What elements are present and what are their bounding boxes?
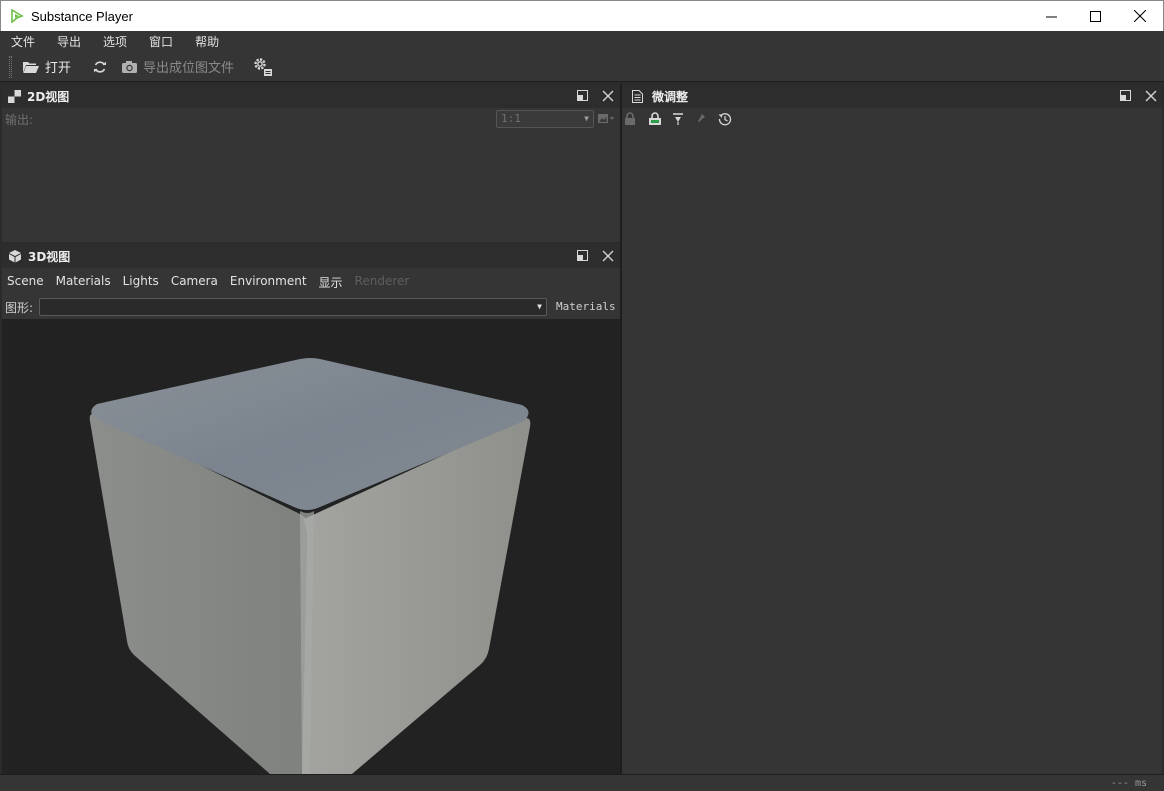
float-panel-icon[interactable] <box>577 90 588 101</box>
panel-tweaks: 微调整 <box>622 84 1162 774</box>
menu-export[interactable]: 导出 <box>51 33 87 50</box>
rounded-cube-render <box>89 358 531 774</box>
panel-2d-title: 2D视图 <box>27 89 70 104</box>
close-panel-icon[interactable] <box>602 90 614 102</box>
close-icon <box>1134 10 1146 22</box>
panel-tweaks-header: 微调整 <box>622 84 1162 108</box>
preset-lock-icon[interactable] <box>648 112 662 126</box>
maximize-button[interactable] <box>1072 1 1118 31</box>
export-bitmap-button[interactable]: 导出成位图文件 <box>121 57 234 76</box>
image-channel-icon[interactable] <box>598 113 616 125</box>
minimize-button[interactable] <box>1028 1 1074 31</box>
panel-2d-header: 2D视图 <box>2 84 620 108</box>
lock-icon[interactable] <box>624 112 636 126</box>
tweaks-toolbar <box>624 112 732 126</box>
float-panel-icon[interactable] <box>577 250 588 261</box>
panel-3d-header: 3D视图 <box>2 244 620 268</box>
export-bitmap-label: 导出成位图文件 <box>143 61 235 76</box>
tab-display[interactable]: 显示 <box>319 274 343 291</box>
reset-icon[interactable] <box>718 112 732 126</box>
panel-tweaks-title: 微调整 <box>652 89 689 104</box>
panel-3d-title: 3D视图 <box>28 249 71 264</box>
checker-icon <box>8 89 21 103</box>
output-label: 输出: <box>5 113 34 127</box>
tab-camera[interactable]: Camera <box>171 274 218 291</box>
tab-environment[interactable]: Environment <box>230 274 307 291</box>
minimize-icon <box>1045 16 1057 17</box>
menu-bar: 文件 导出 选项 窗口 帮助 <box>0 31 1164 52</box>
materials-button[interactable]: Materials <box>556 300 616 313</box>
view3d-menu: Scene Materials Lights Camera Environmen… <box>7 274 421 291</box>
close-panel-icon[interactable] <box>1145 90 1157 102</box>
panel-3d-view: 3D视图 Scene Materials Lights Camera Envir… <box>2 244 620 319</box>
open-label: 打开 <box>45 61 72 76</box>
menu-help[interactable]: 帮助 <box>189 33 225 50</box>
status-bar: --- ms <box>0 774 1164 791</box>
panel-2d-view: 2D视图 输出: 1:1 ▼ <box>2 84 620 242</box>
main-toolbar: 打开 导出成位图文件 <box>0 52 1164 82</box>
close-panel-icon[interactable] <box>602 250 614 262</box>
pin-icon[interactable] <box>696 113 706 125</box>
camera-icon <box>122 60 138 73</box>
tab-scene[interactable]: Scene <box>7 274 44 291</box>
window-title: Substance Player <box>31 8 133 24</box>
float-panel-icon[interactable] <box>1120 90 1131 101</box>
refresh-icon <box>94 60 107 73</box>
menu-file[interactable]: 文件 <box>5 33 41 50</box>
shape-label: 图形: <box>5 301 34 315</box>
title-bar: Substance Player <box>0 0 1164 31</box>
maximize-icon <box>1089 10 1101 22</box>
folder-open-icon <box>23 61 39 73</box>
gear-settings-icon <box>254 57 273 76</box>
engine-settings-button[interactable] <box>252 56 274 78</box>
close-window-button[interactable] <box>1117 1 1163 31</box>
zoom-value: 1:1 <box>501 112 521 125</box>
zoom-select[interactable]: 1:1 ▼ <box>496 110 594 128</box>
chevron-down-icon: ▼ <box>584 114 589 123</box>
render-time: --- ms <box>1110 778 1147 789</box>
menu-options[interactable]: 选项 <box>97 33 133 50</box>
viewport-3d[interactable] <box>2 319 620 774</box>
chevron-down-icon: ▼ <box>537 302 542 311</box>
shape-select[interactable]: ▼ <box>39 298 547 316</box>
pin-down-icon[interactable] <box>672 112 684 126</box>
tab-renderer[interactable]: Renderer <box>355 274 410 291</box>
document-icon <box>632 89 643 103</box>
app-logo-icon <box>11 9 24 23</box>
reload-button[interactable] <box>93 60 107 74</box>
open-button[interactable]: 打开 <box>22 57 71 76</box>
cube-icon <box>9 250 21 263</box>
tab-lights[interactable]: Lights <box>123 274 159 291</box>
menu-window[interactable]: 窗口 <box>143 33 179 50</box>
tab-materials[interactable]: Materials <box>56 274 111 291</box>
toolbar-grip[interactable] <box>9 55 12 78</box>
